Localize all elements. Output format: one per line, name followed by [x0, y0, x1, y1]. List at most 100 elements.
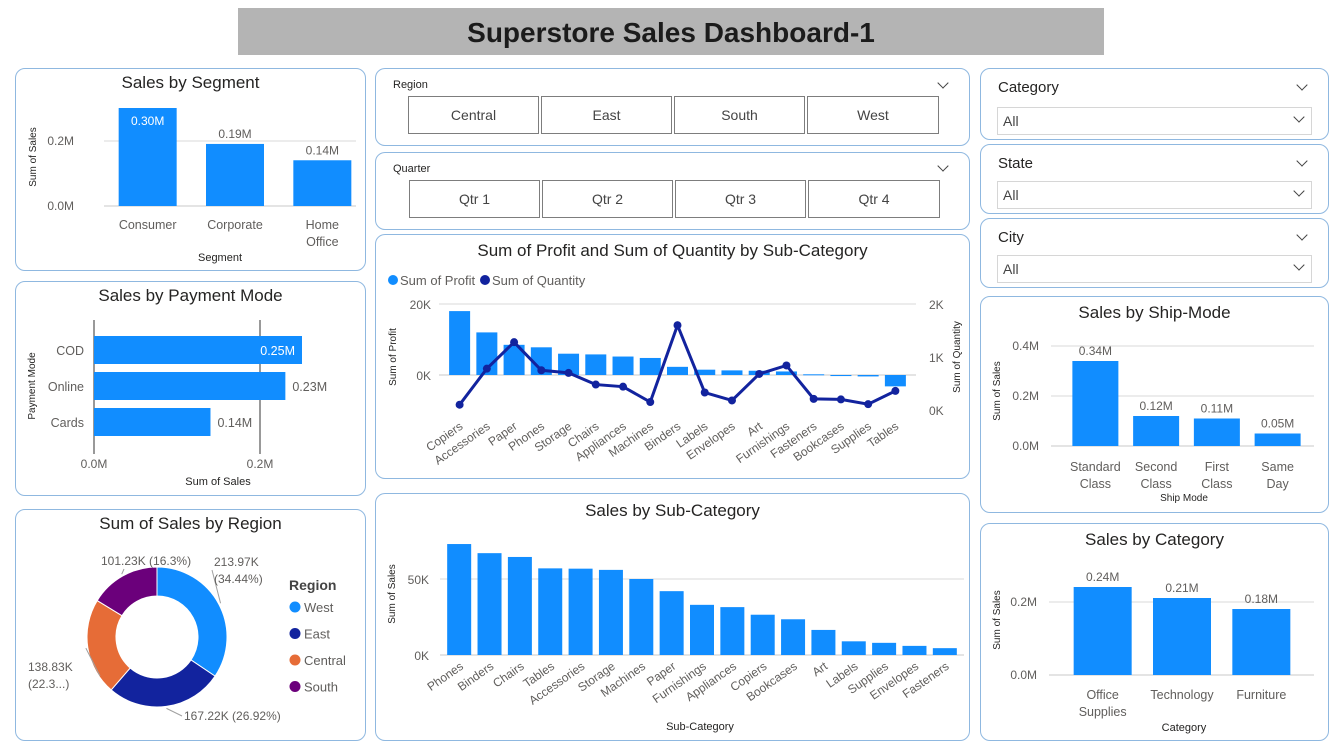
- bar-subcat-12[interactable]: [811, 629, 836, 655]
- bar-payment-2[interactable]: [94, 408, 211, 436]
- bar-subcat-15[interactable]: [902, 645, 927, 655]
- legend-label-central[interactable]: Central: [304, 653, 346, 668]
- bar-category-0[interactable]: [1073, 587, 1132, 675]
- shipmode-ylabel: Sum of Sales: [992, 361, 1003, 420]
- point-quantity-4[interactable]: [564, 368, 573, 377]
- bar-profit-0[interactable]: [449, 311, 471, 375]
- bar-subcat-16[interactable]: [932, 648, 957, 655]
- quarter-option-q2[interactable]: Qtr 2: [542, 180, 673, 218]
- bar-shipmode-2[interactable]: [1193, 418, 1240, 447]
- data-label-region-0-1: (34.44%): [214, 572, 263, 586]
- tick-label-shipmode-0-0: Standard: [1070, 460, 1121, 474]
- point-quantity-8[interactable]: [673, 321, 682, 330]
- chevron-down-icon[interactable]: [1296, 229, 1308, 241]
- bar-category-2[interactable]: [1232, 609, 1291, 675]
- legend-label-south[interactable]: South: [304, 680, 338, 695]
- chevron-down-icon[interactable]: [1296, 79, 1308, 91]
- legend-quantity-swatch: [480, 275, 490, 285]
- subcategory-chart-panel: Sales by Sub-Category 0K 50K Sum of Sale…: [375, 493, 970, 741]
- bar-profit-10[interactable]: [721, 370, 743, 375]
- bar-profit-14[interactable]: [830, 375, 852, 377]
- chevron-down-icon[interactable]: [1296, 155, 1308, 167]
- point-quantity-11[interactable]: [755, 369, 764, 378]
- chevron-down-icon[interactable]: [1293, 111, 1305, 123]
- quantity-ytick-2: 2K: [929, 298, 944, 312]
- point-quantity-1[interactable]: [482, 364, 491, 373]
- point-quantity-9[interactable]: [700, 388, 709, 397]
- bar-profit-5[interactable]: [585, 354, 607, 375]
- line-quantity[interactable]: [458, 320, 897, 406]
- bar-payment-1[interactable]: [94, 372, 286, 400]
- point-quantity-2[interactable]: [510, 338, 519, 347]
- region-option-south[interactable]: South: [674, 96, 805, 134]
- bar-subcat-11[interactable]: [781, 619, 806, 655]
- bar-subcat-3[interactable]: [538, 568, 563, 655]
- bar-subcat-6[interactable]: [629, 579, 654, 655]
- chevron-down-icon[interactable]: [1293, 185, 1305, 197]
- bar-profit-8[interactable]: [667, 366, 688, 375]
- bar-segment-1[interactable]: [206, 143, 264, 206]
- bar-profit-13[interactable]: [803, 374, 825, 376]
- bar-subcat-9[interactable]: [720, 607, 745, 655]
- bar-subcat-7[interactable]: [659, 591, 684, 655]
- chevron-down-icon[interactable]: [1293, 259, 1305, 271]
- region-option-central[interactable]: Central: [408, 96, 539, 134]
- bar-profit-7[interactable]: [639, 357, 661, 375]
- point-quantity-6[interactable]: [619, 382, 628, 391]
- bar-subcat-0[interactable]: [447, 544, 472, 655]
- legend-label-west[interactable]: West: [304, 600, 334, 615]
- segment-ylabel: Sum of Sales: [28, 127, 39, 186]
- point-quantity-0[interactable]: [455, 400, 464, 409]
- point-quantity-12[interactable]: [782, 361, 791, 370]
- legend-profit-swatch: [388, 275, 398, 285]
- bar-category-1[interactable]: [1153, 598, 1211, 675]
- tick-label-category-2-0: Furniture: [1236, 688, 1286, 702]
- legend-swatch-south: [289, 681, 301, 692]
- point-quantity-15[interactable]: [864, 400, 873, 409]
- bar-shipmode-0[interactable]: [1072, 361, 1119, 446]
- category-select[interactable]: All: [997, 107, 1312, 135]
- region-legend-title: Region: [289, 577, 336, 593]
- city-select[interactable]: All: [997, 255, 1312, 283]
- bar-subcat-1[interactable]: [477, 553, 502, 655]
- quantity-ytick-0: 0K: [929, 404, 944, 418]
- bar-subcat-14[interactable]: [872, 642, 897, 655]
- bar-subcat-5[interactable]: [598, 569, 623, 655]
- chevron-down-icon[interactable]: [937, 77, 949, 89]
- region-option-west[interactable]: West: [807, 96, 939, 134]
- bar-subcat-8[interactable]: [690, 604, 714, 655]
- quarter-option-q4[interactable]: Qtr 4: [808, 180, 940, 218]
- bar-profit-15[interactable]: [857, 375, 879, 377]
- bar-subcat-2[interactable]: [507, 556, 532, 655]
- bar-shipmode-1[interactable]: [1133, 416, 1180, 446]
- subcat-ylabel: Sum of Sales: [387, 564, 398, 623]
- point-quantity-16[interactable]: [891, 386, 900, 395]
- state-select[interactable]: All: [997, 181, 1312, 209]
- data-label-category-2: 0.18M: [1245, 592, 1278, 606]
- tick-label-subcat-2: Chairs: [490, 659, 526, 690]
- data-label-region-2-0: 138.83K: [28, 660, 73, 674]
- bar-profit-6[interactable]: [612, 356, 634, 375]
- region-option-east[interactable]: East: [541, 96, 672, 134]
- chevron-down-icon[interactable]: [937, 160, 949, 172]
- quarter-option-q3[interactable]: Qtr 3: [675, 180, 806, 218]
- point-quantity-14[interactable]: [836, 395, 845, 404]
- legend-label-east[interactable]: East: [304, 627, 330, 642]
- point-quantity-5[interactable]: [591, 380, 600, 389]
- point-quantity-7[interactable]: [646, 398, 655, 407]
- bar-subcat-10[interactable]: [750, 614, 775, 655]
- bar-shipmode-3[interactable]: [1254, 433, 1301, 447]
- bar-segment-2[interactable]: [293, 160, 352, 206]
- quarter-option-q1[interactable]: Qtr 1: [409, 180, 540, 218]
- tick-label-category-1-0: Technology: [1150, 688, 1214, 702]
- category-dropdown-title: Category: [998, 79, 1059, 96]
- legend-quantity-label: Sum of Quantity: [492, 273, 586, 288]
- point-quantity-13[interactable]: [809, 394, 818, 403]
- bar-profit-16[interactable]: [884, 375, 906, 387]
- profit-ytick-0: 0K: [416, 369, 431, 383]
- bar-subcat-13[interactable]: [841, 641, 866, 655]
- point-quantity-3[interactable]: [537, 366, 546, 375]
- quarter-slicer-title: Quarter: [393, 163, 431, 175]
- point-quantity-10[interactable]: [727, 396, 736, 405]
- bar-subcat-4[interactable]: [568, 568, 593, 655]
